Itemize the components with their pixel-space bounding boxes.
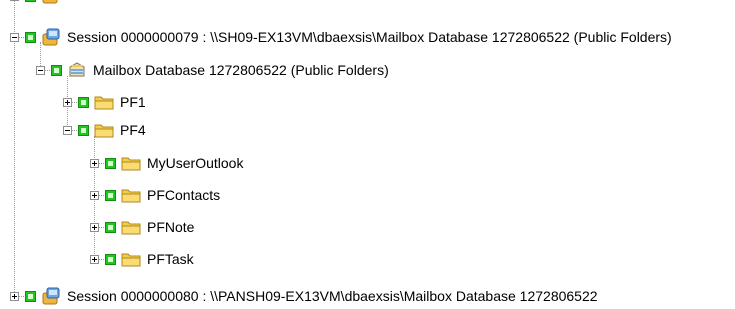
node-label: MyUserOutlook	[147, 155, 244, 171]
tree-node-myuseroutlook[interactable]: MyUserOutlook	[90, 151, 243, 175]
checkbox[interactable]	[105, 157, 116, 169]
folder-tree: Session 0000000079 : \\SH09-EX13VM\dbaex…	[0, 0, 735, 309]
tree-node-pf4[interactable]: PF4	[63, 118, 146, 142]
folder-icon	[121, 189, 141, 203]
expand-toggle[interactable]	[90, 158, 99, 168]
checkbox[interactable]	[78, 124, 89, 136]
tree-node-partial	[10, 0, 67, 8]
node-label: PFContacts	[147, 187, 221, 203]
session-icon	[42, 28, 60, 46]
expand-toggle[interactable]	[90, 190, 99, 200]
collapse-toggle[interactable]	[63, 125, 72, 135]
database-icon	[69, 62, 85, 77]
session-icon	[42, 0, 58, 4]
tree-node-pfnote[interactable]: PFNote	[90, 215, 194, 239]
expand-toggle[interactable]	[10, 0, 19, 1]
expand-toggle[interactable]	[90, 222, 99, 232]
node-label: PFTask	[147, 251, 194, 267]
checkbox[interactable]	[25, 0, 36, 2]
node-label: Session 0000000080 : \\PANSH09-EX13VM\db…	[67, 288, 598, 304]
folder-icon	[121, 253, 141, 267]
tree-node-session-79[interactable]: Session 0000000079 : \\SH09-EX13VM\dbaex…	[10, 25, 672, 49]
folder-icon	[121, 221, 141, 235]
checkbox[interactable]	[25, 290, 36, 302]
tree-node-session-80[interactable]: Session 0000000080 : \\PANSH09-EX13VM\db…	[10, 284, 598, 308]
checkbox[interactable]	[105, 253, 116, 265]
collapse-toggle[interactable]	[36, 65, 45, 75]
expand-toggle[interactable]	[63, 97, 72, 107]
node-label: Session 0000000079 : \\SH09-EX13VM\dbaex…	[67, 29, 672, 45]
folder-icon	[94, 96, 114, 110]
node-label: PF1	[120, 94, 146, 110]
checkbox[interactable]	[105, 221, 116, 233]
folder-icon	[121, 157, 141, 171]
tree-node-pfcontacts[interactable]: PFContacts	[90, 183, 220, 207]
folder-icon	[94, 124, 114, 138]
node-label: Mailbox Database 1272806522 (Public Fold…	[93, 62, 389, 78]
tree-node-pftask[interactable]: PFTask	[90, 247, 194, 271]
tree-node-mailbox-database[interactable]: Mailbox Database 1272806522 (Public Fold…	[36, 58, 389, 82]
checkbox[interactable]	[51, 64, 62, 76]
tree-node-pf1[interactable]: PF1	[63, 90, 146, 114]
collapse-toggle[interactable]	[10, 32, 19, 42]
checkbox[interactable]	[78, 96, 89, 108]
checkbox[interactable]	[105, 189, 116, 201]
node-label: PFNote	[147, 219, 195, 235]
checkbox[interactable]	[25, 31, 36, 43]
expand-toggle[interactable]	[90, 254, 99, 264]
expand-toggle[interactable]	[10, 291, 19, 301]
node-label: PF4	[120, 122, 146, 138]
session-icon	[42, 287, 60, 305]
